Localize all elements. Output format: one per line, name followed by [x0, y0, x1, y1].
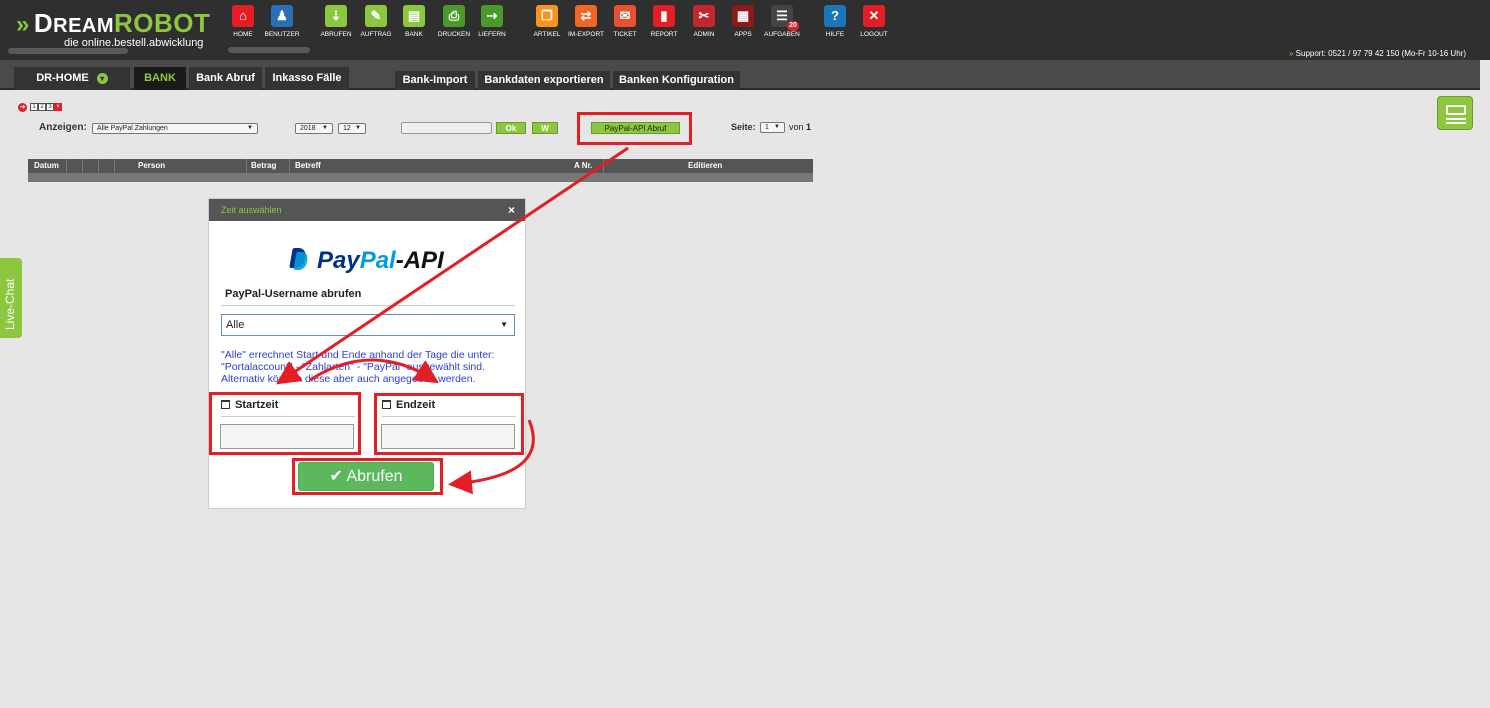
annotation-arrows [276, 146, 629, 495]
arrow-to-endzeit [309, 358, 440, 384]
arrow-to-startzeit [276, 146, 629, 385]
arrow-to-abrufen [448, 419, 535, 495]
